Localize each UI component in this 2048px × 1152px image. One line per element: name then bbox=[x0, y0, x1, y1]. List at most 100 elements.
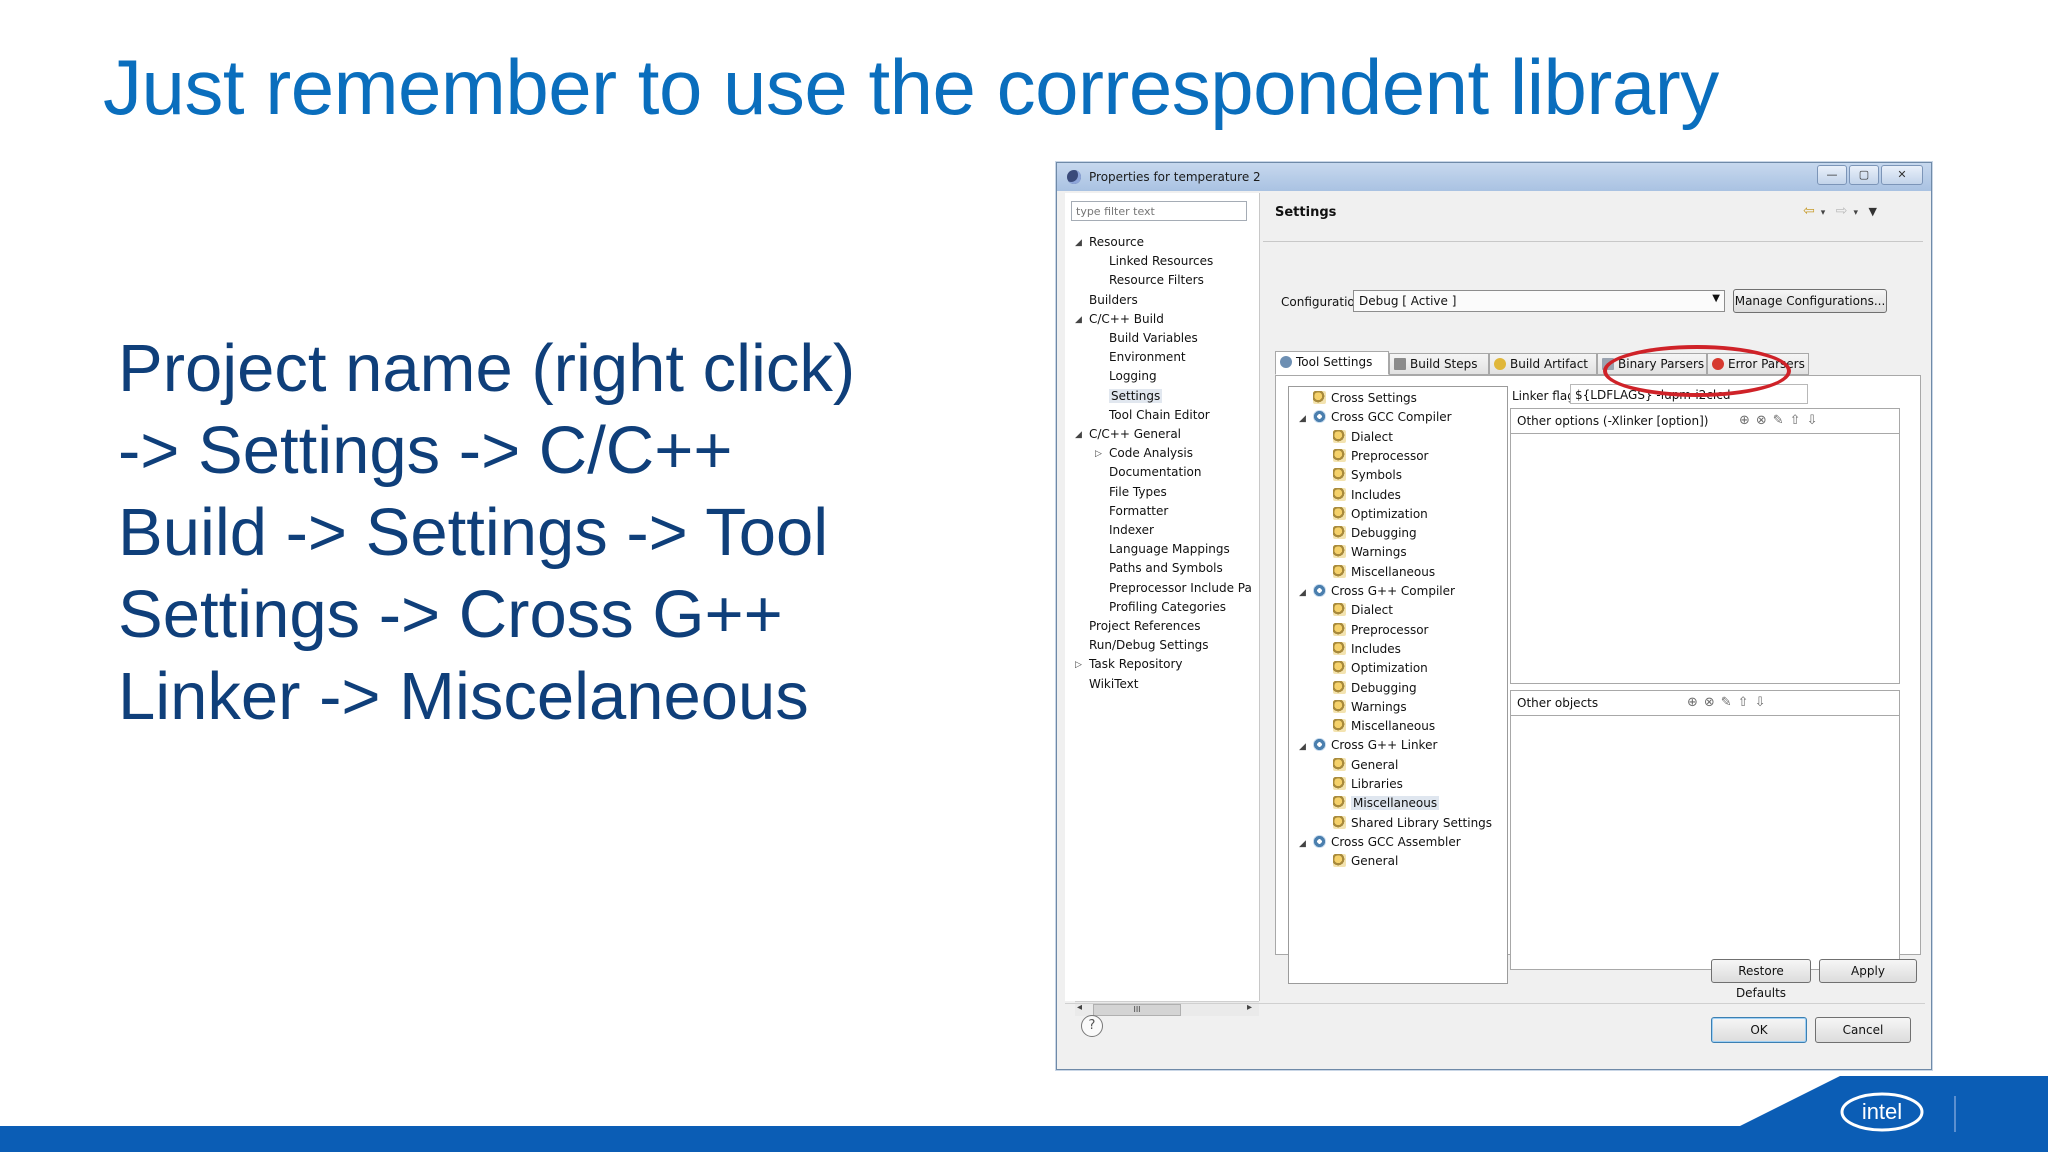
nav-tree-item[interactable]: C/C++ General bbox=[1089, 427, 1181, 441]
body-line: -> Settings -> C/C++ bbox=[118, 413, 733, 488]
expand-triangle-icon[interactable]: ◢ bbox=[1075, 315, 1082, 325]
tool-tree-item[interactable]: Warnings bbox=[1333, 699, 1407, 714]
option-folder-icon bbox=[1333, 719, 1346, 733]
tab-build-artifact[interactable]: Build Artifact bbox=[1489, 353, 1597, 375]
nav-tree-item[interactable]: Logging bbox=[1109, 369, 1157, 383]
tab-tool-settings[interactable]: Tool Settings bbox=[1275, 351, 1389, 375]
tool-tree-label: Shared Library Settings bbox=[1351, 815, 1493, 830]
other-objects-header: Other objects ⊕⊗✎⇧⇩ bbox=[1511, 691, 1899, 716]
expand-triangle-icon[interactable]: ◢ bbox=[1299, 588, 1306, 598]
nav-tree-item[interactable]: Language Mappings bbox=[1109, 542, 1230, 556]
restore-defaults-button[interactable]: Restore Defaults bbox=[1711, 959, 1811, 1000]
list-toolbar[interactable]: ⊕⊗✎⇧⇩ bbox=[1739, 413, 1823, 428]
expand-triangle-icon[interactable]: ◢ bbox=[1299, 742, 1306, 752]
scroll-thumb[interactable]: III bbox=[1093, 1004, 1181, 1016]
minimize-button[interactable]: — bbox=[1817, 165, 1847, 185]
tool-tree-label: Symbols bbox=[1351, 468, 1402, 483]
apply-button[interactable]: Apply bbox=[1819, 959, 1917, 983]
tool-tree-item[interactable]: Preprocessor bbox=[1333, 622, 1428, 637]
dialog-titlebar[interactable]: Properties for temperature 2 — ▢ ✕ bbox=[1057, 163, 1931, 191]
tab-label: Build Artifact bbox=[1510, 357, 1588, 371]
nav-tree-item[interactable]: Preprocessor Include Pa bbox=[1109, 581, 1252, 595]
eclipse-icon bbox=[1067, 170, 1081, 184]
nav-tree-item[interactable]: Tool Chain Editor bbox=[1109, 408, 1210, 422]
nav-tree-item[interactable]: Resource Filters bbox=[1109, 273, 1204, 287]
tool-tree-item[interactable]: Libraries bbox=[1333, 777, 1403, 791]
nav-tree-item[interactable]: Build Variables bbox=[1109, 331, 1198, 345]
slide-title: Just remember to use the correspondent l… bbox=[103, 43, 1719, 131]
properties-dialog: Properties for temperature 2 — ▢ ✕ ◢ Reso… bbox=[1056, 162, 1932, 1070]
nav-tree-item[interactable]: WikiText bbox=[1089, 677, 1139, 691]
tab-build-steps[interactable]: Build Steps bbox=[1389, 353, 1489, 375]
nav-tree-item[interactable]: Resource bbox=[1089, 235, 1144, 249]
tool-tree-item[interactable]: Miscellaneous bbox=[1333, 564, 1435, 579]
intel-logo: intel bbox=[1840, 1092, 1924, 1132]
collapse-triangle-icon[interactable]: ▷ bbox=[1075, 660, 1082, 670]
back-menu-icon[interactable]: ▾ bbox=[1821, 208, 1826, 218]
tool-settings-panel: Cross Settings ◢ Cross GCC Compiler Dialect… bbox=[1275, 375, 1921, 984]
nav-tree-item[interactable]: Task Repository bbox=[1089, 657, 1183, 671]
tool-tree-item[interactable]: Cross GCC Assembler bbox=[1313, 834, 1461, 849]
tool-tree-item[interactable]: General bbox=[1333, 757, 1398, 772]
tool-tree-item[interactable]: Debugging bbox=[1333, 680, 1417, 695]
nav-tree-item[interactable]: Indexer bbox=[1109, 523, 1154, 537]
tool-tree-item[interactable]: General bbox=[1333, 854, 1398, 868]
nav-tree-item[interactable]: Code Analysis bbox=[1109, 446, 1193, 460]
tool-tree-item[interactable]: Cross GCC Compiler bbox=[1313, 410, 1452, 424]
other-objects-group: Other objects ⊕⊗✎⇧⇩ bbox=[1510, 690, 1900, 970]
wrench-icon bbox=[1394, 358, 1406, 370]
nav-tree-item[interactable]: Settings bbox=[1109, 388, 1163, 403]
tool-tree-item[interactable]: Preprocessor bbox=[1333, 448, 1428, 463]
tool-tree-item[interactable]: Shared Library Settings bbox=[1333, 815, 1493, 830]
list-toolbar[interactable]: ⊕⊗✎⇧⇩ bbox=[1687, 695, 1771, 710]
maximize-button[interactable]: ▢ bbox=[1849, 165, 1879, 185]
tool-tree-item[interactable]: Dialect bbox=[1333, 603, 1393, 617]
tool-tree-label: Miscellaneous bbox=[1351, 796, 1440, 811]
tool-tree: Cross Settings ◢ Cross GCC Compiler Dialect… bbox=[1288, 386, 1508, 984]
tool-tree-item[interactable]: Cross G++ Compiler bbox=[1313, 584, 1455, 598]
back-arrow-icon[interactable]: ⇦ bbox=[1803, 203, 1815, 219]
tool-tree-item[interactable]: Symbols bbox=[1333, 468, 1402, 482]
nav-tree-item[interactable]: Profiling Categories bbox=[1109, 600, 1226, 614]
tool-tree-item[interactable]: Cross Settings bbox=[1313, 391, 1417, 405]
tool-tree-item[interactable]: Cross G++ Linker bbox=[1313, 738, 1437, 752]
tool-tree-item[interactable]: Dialect bbox=[1333, 429, 1393, 444]
tool-tree-item[interactable]: Optimization bbox=[1333, 661, 1428, 675]
tool-tree-label: Debugging bbox=[1351, 680, 1417, 695]
view-menu-icon[interactable]: ▼ bbox=[1868, 205, 1876, 218]
close-button[interactable]: ✕ bbox=[1881, 165, 1923, 185]
manage-configurations-button[interactable]: Manage Configurations... bbox=[1733, 289, 1887, 313]
expand-triangle-icon[interactable]: ◢ bbox=[1075, 238, 1082, 248]
tool-tree-item[interactable]: Includes bbox=[1333, 487, 1401, 502]
nav-tree-item[interactable]: Linked Resources bbox=[1109, 254, 1213, 268]
configuration-select[interactable]: Debug [ Active ] ▼ bbox=[1353, 290, 1725, 312]
tool-tree-label: Libraries bbox=[1351, 777, 1403, 791]
tool-tree-item[interactable]: Miscellaneous bbox=[1333, 796, 1440, 811]
cancel-button[interactable]: Cancel bbox=[1815, 1017, 1911, 1043]
expand-triangle-icon[interactable]: ◢ bbox=[1299, 414, 1306, 424]
forward-menu-icon[interactable]: ▾ bbox=[1853, 208, 1858, 218]
nav-tree-item[interactable]: File Types bbox=[1109, 485, 1167, 499]
nav-tree-item[interactable]: Paths and Symbols bbox=[1109, 561, 1223, 575]
nav-tree-item[interactable]: Environment bbox=[1109, 350, 1186, 364]
tool-tree-item[interactable]: Miscellaneous bbox=[1333, 719, 1435, 733]
tool-tree-item[interactable]: Warnings bbox=[1333, 545, 1407, 559]
tool-tree-label: Cross GCC Compiler bbox=[1331, 410, 1452, 425]
nav-tree-item[interactable]: Documentation bbox=[1109, 465, 1202, 479]
expand-triangle-icon[interactable]: ◢ bbox=[1075, 430, 1082, 440]
tool-tree-item[interactable]: Includes bbox=[1333, 641, 1401, 656]
filter-input[interactable] bbox=[1071, 201, 1247, 221]
collapse-triangle-icon[interactable]: ▷ bbox=[1095, 449, 1102, 459]
nav-tree-item[interactable]: Formatter bbox=[1109, 504, 1168, 518]
nav-tree-item[interactable]: Project References bbox=[1089, 619, 1201, 633]
nav-tree-item[interactable]: Run/Debug Settings bbox=[1089, 638, 1209, 652]
option-folder-icon bbox=[1333, 448, 1346, 462]
nav-tree-item[interactable]: C/C++ Build bbox=[1089, 312, 1164, 326]
nav-tree-item[interactable]: Builders bbox=[1089, 293, 1138, 307]
help-icon[interactable]: ? bbox=[1081, 1015, 1103, 1037]
tool-tree-item[interactable]: Optimization bbox=[1333, 506, 1428, 521]
forward-arrow-icon[interactable]: ⇨ bbox=[1836, 203, 1848, 219]
tool-tree-item[interactable]: Debugging bbox=[1333, 526, 1417, 540]
ok-button[interactable]: OK bbox=[1711, 1017, 1807, 1043]
expand-triangle-icon[interactable]: ◢ bbox=[1299, 839, 1306, 849]
